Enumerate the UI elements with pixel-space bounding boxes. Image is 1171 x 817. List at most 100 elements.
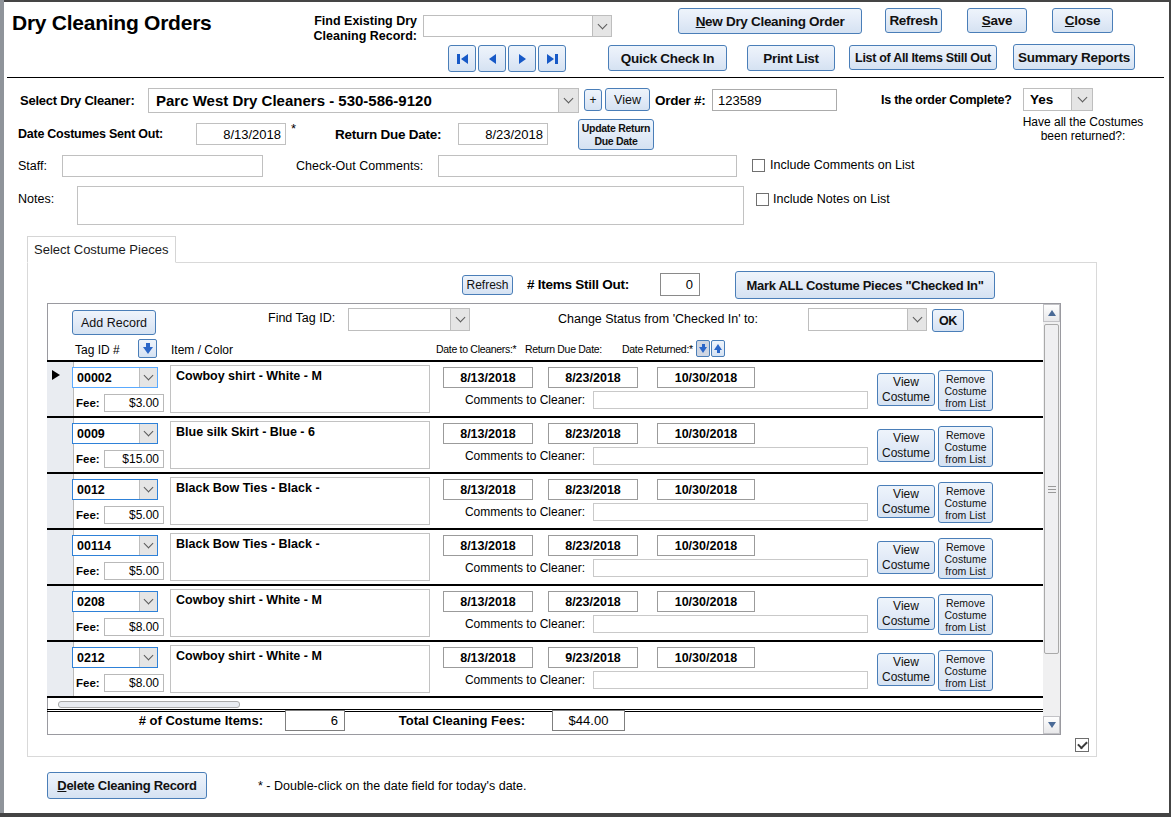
comments-to-cleaner-input[interactable] xyxy=(593,447,868,465)
order-number-input[interactable]: 123589 xyxy=(712,89,837,111)
dry-cleaner-combo[interactable]: Parc West Dry Cleaners - 530-586-9120 xyxy=(148,88,579,113)
chevron-down-icon[interactable] xyxy=(139,648,157,667)
date-returned-sort-asc-button[interactable] xyxy=(711,340,725,357)
chevron-down-icon[interactable] xyxy=(592,16,611,36)
pieces-refresh-button[interactable]: Refresh xyxy=(462,275,513,295)
date-to-cleaners-input[interactable]: 8/13/2018 xyxy=(443,647,533,668)
chevron-down-icon[interactable] xyxy=(139,536,157,555)
ok-button[interactable]: OK xyxy=(932,309,964,332)
return-due-date-input[interactable]: 8/23/2018 xyxy=(548,591,638,612)
item-color-input[interactable]: Cowboy shirt - White - M xyxy=(170,589,430,637)
summary-reports-button[interactable]: Summary Reports xyxy=(1013,44,1135,70)
chevron-down-icon[interactable] xyxy=(139,424,157,443)
view-costume-button[interactable]: View Costume xyxy=(877,429,935,462)
refresh-button[interactable]: Refresh xyxy=(885,8,942,33)
panel-checkbox[interactable] xyxy=(1075,738,1089,752)
comments-to-cleaner-input[interactable] xyxy=(593,559,868,577)
tag-id-combo[interactable]: 0012 xyxy=(72,479,158,500)
fee-input[interactable]: $8.00 xyxy=(104,618,164,636)
return-due-date-input[interactable]: 8/23/2018 xyxy=(548,423,638,444)
delete-record-button[interactable]: Delete Cleaning Record xyxy=(47,772,207,799)
update-return-due-date-button[interactable]: Update Return Due Date xyxy=(578,119,654,150)
notes-input[interactable] xyxy=(77,186,744,225)
tag-id-combo[interactable]: 0212 xyxy=(72,647,158,668)
new-order-button[interactable]: New Dry Cleaning Order xyxy=(678,8,862,34)
remove-costume-button[interactable]: Remove Costume from List xyxy=(938,594,993,635)
record-selector[interactable] xyxy=(47,530,74,584)
list-all-items-button[interactable]: List of All Items Still Out xyxy=(849,45,997,70)
comments-to-cleaner-input[interactable] xyxy=(593,615,868,633)
checkout-comments-input[interactable] xyxy=(438,155,737,177)
tag-id-combo[interactable]: 0208 xyxy=(72,591,158,612)
date-returned-input[interactable]: 10/30/2018 xyxy=(657,535,755,556)
sort-tag-button[interactable] xyxy=(138,339,157,358)
date-to-cleaners-input[interactable]: 8/13/2018 xyxy=(443,423,533,444)
date-to-cleaners-input[interactable]: 8/13/2018 xyxy=(443,591,533,612)
v-scrollbar-down-button[interactable] xyxy=(1043,716,1060,734)
find-existing-combo[interactable] xyxy=(423,15,612,37)
tag-id-combo[interactable]: 00114 xyxy=(72,535,158,556)
items-still-out-input[interactable]: 0 xyxy=(660,273,700,296)
item-color-input[interactable]: Black Bow Ties - Black - xyxy=(170,533,430,581)
view-costume-button[interactable]: View Costume xyxy=(877,485,935,518)
remove-costume-button[interactable]: Remove Costume from List xyxy=(938,650,993,691)
order-complete-combo[interactable]: Yes xyxy=(1023,88,1093,111)
fee-input[interactable]: $3.00 xyxy=(104,394,164,412)
record-selector[interactable] xyxy=(47,642,74,696)
chevron-down-icon[interactable] xyxy=(450,309,469,330)
v-scrollbar-up-button[interactable] xyxy=(1043,304,1060,322)
view-cleaner-button[interactable]: View xyxy=(605,88,650,111)
remove-costume-button[interactable]: Remove Costume from List xyxy=(938,370,993,411)
remove-costume-button[interactable]: Remove Costume from List xyxy=(938,426,993,467)
tag-id-combo[interactable]: 00002 xyxy=(72,367,158,388)
item-color-input[interactable]: Blue silk Skirt - Blue - 6 xyxy=(170,421,430,469)
fee-input[interactable]: $15.00 xyxy=(104,450,164,468)
date-sent-input[interactable]: 8/13/2018 xyxy=(196,123,286,145)
change-status-combo[interactable] xyxy=(808,308,927,331)
nav-last-button[interactable] xyxy=(538,45,566,72)
date-returned-input[interactable]: 10/30/2018 xyxy=(657,591,755,612)
return-due-input[interactable]: 8/23/2018 xyxy=(458,123,548,145)
return-due-date-input[interactable]: 8/23/2018 xyxy=(548,479,638,500)
include-notes-checkbox[interactable] xyxy=(756,193,769,206)
fee-input[interactable]: $5.00 xyxy=(104,562,164,580)
tab-select-costume-pieces[interactable]: Select Costume Pieces xyxy=(27,236,176,263)
mark-all-checked-in-button[interactable]: Mark ALL Costume Pieces "Checked In" xyxy=(735,271,995,299)
add-record-button[interactable]: Add Record xyxy=(72,310,156,335)
chevron-down-icon[interactable] xyxy=(139,592,157,611)
v-scrollbar-thumb[interactable] xyxy=(1044,324,1059,654)
date-to-cleaners-input[interactable]: 8/13/2018 xyxy=(443,367,533,388)
view-costume-button[interactable]: View Costume xyxy=(877,541,935,574)
close-button[interactable]: Close xyxy=(1052,8,1113,33)
tag-id-combo[interactable]: 0009 xyxy=(72,423,158,444)
item-color-input[interactable]: Cowboy shirt - White - M xyxy=(170,365,430,413)
print-list-button[interactable]: Print List xyxy=(747,45,835,71)
fee-input[interactable]: $5.00 xyxy=(104,506,164,524)
chevron-down-icon[interactable] xyxy=(1071,89,1092,110)
view-costume-button[interactable]: View Costume xyxy=(877,597,935,630)
find-tag-id-combo[interactable] xyxy=(348,308,470,331)
date-returned-sort-desc-button[interactable] xyxy=(696,340,710,357)
record-selector[interactable] xyxy=(47,362,74,416)
view-costume-button[interactable]: View Costume xyxy=(877,653,935,686)
record-selector[interactable] xyxy=(47,418,74,472)
date-returned-input[interactable]: 10/30/2018 xyxy=(657,479,755,500)
chevron-down-icon[interactable] xyxy=(907,309,926,330)
include-comments-checkbox[interactable] xyxy=(752,159,765,172)
comments-to-cleaner-input[interactable] xyxy=(593,503,868,521)
nav-next-button[interactable] xyxy=(508,45,536,72)
record-selector[interactable] xyxy=(47,474,74,528)
remove-costume-button[interactable]: Remove Costume from List xyxy=(938,482,993,523)
return-due-date-input[interactable]: 8/23/2018 xyxy=(548,535,638,556)
chevron-down-icon[interactable] xyxy=(139,480,157,499)
comments-to-cleaner-input[interactable] xyxy=(593,391,868,409)
date-returned-input[interactable]: 10/30/2018 xyxy=(657,423,755,444)
date-returned-input[interactable]: 10/30/2018 xyxy=(657,647,755,668)
return-due-date-input[interactable]: 8/23/2018 xyxy=(548,367,638,388)
remove-costume-button[interactable]: Remove Costume from List xyxy=(938,538,993,579)
item-color-input[interactable]: Cowboy shirt - White - M xyxy=(170,645,430,693)
nav-first-button[interactable] xyxy=(448,45,476,72)
staff-input[interactable] xyxy=(62,155,263,177)
save-button[interactable]: Save xyxy=(967,8,1027,33)
item-color-input[interactable]: Black Bow Ties - Black - xyxy=(170,477,430,525)
